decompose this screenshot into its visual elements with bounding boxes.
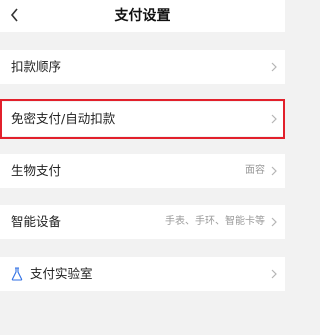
chevron-right-icon	[271, 166, 277, 176]
chevron-right-icon	[271, 269, 277, 279]
top-bar: 支付设置	[0, 0, 285, 32]
flask-icon	[11, 267, 23, 281]
row-label: 免密支付/自动扣款	[11, 111, 116, 126]
settings-row-password-free-payment[interactable]: 免密支付/自动扣款	[0, 102, 285, 136]
row-label: 智能设备	[11, 214, 62, 229]
chevron-right-icon	[271, 114, 277, 124]
row-label: 扣款顺序	[11, 59, 62, 74]
row-value: 手表、手环、智能卡等	[165, 216, 265, 227]
row-label: 生物支付	[11, 163, 62, 178]
settings-row-payment-lab[interactable]: 支付实验室	[0, 257, 285, 291]
chevron-right-icon	[271, 62, 277, 72]
row-label: 支付实验室	[30, 266, 93, 281]
chevron-right-icon	[271, 217, 277, 227]
settings-row-biometric-payment[interactable]: 生物支付 面容	[0, 154, 285, 188]
settings-row-deduction-order[interactable]: 扣款顺序	[0, 50, 285, 84]
settings-row-smart-devices[interactable]: 智能设备 手表、手环、智能卡等	[0, 205, 285, 239]
page-title: 支付设置	[114, 8, 171, 24]
row-value: 面容	[245, 165, 265, 176]
